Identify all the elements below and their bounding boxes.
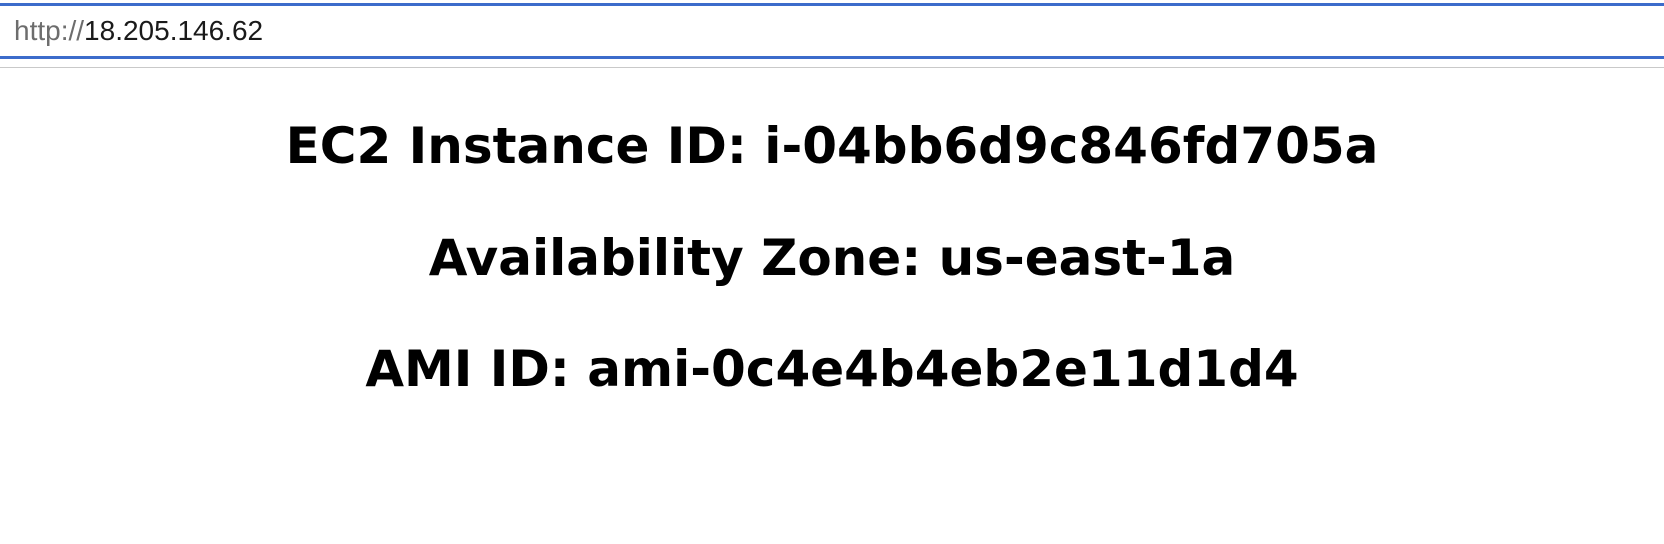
url-scheme: http://	[14, 15, 85, 46]
ami-id-heading: AMI ID: ami-0c4e4b4eb2e11d1d4	[365, 340, 1299, 398]
instance-id-heading: EC2 Instance ID: i-04bb6d9c846fd705a	[285, 117, 1379, 175]
url-host: 18.205.146.62	[84, 15, 264, 46]
page-content: EC2 Instance ID: i-04bb6d9c846fd705a Ava…	[0, 68, 1664, 544]
address-bar[interactable]: http://18.205.146.62	[0, 3, 1664, 59]
availability-zone-heading: Availability Zone: us-east-1a	[428, 229, 1236, 287]
url-text[interactable]: http://18.205.146.62	[14, 17, 263, 45]
